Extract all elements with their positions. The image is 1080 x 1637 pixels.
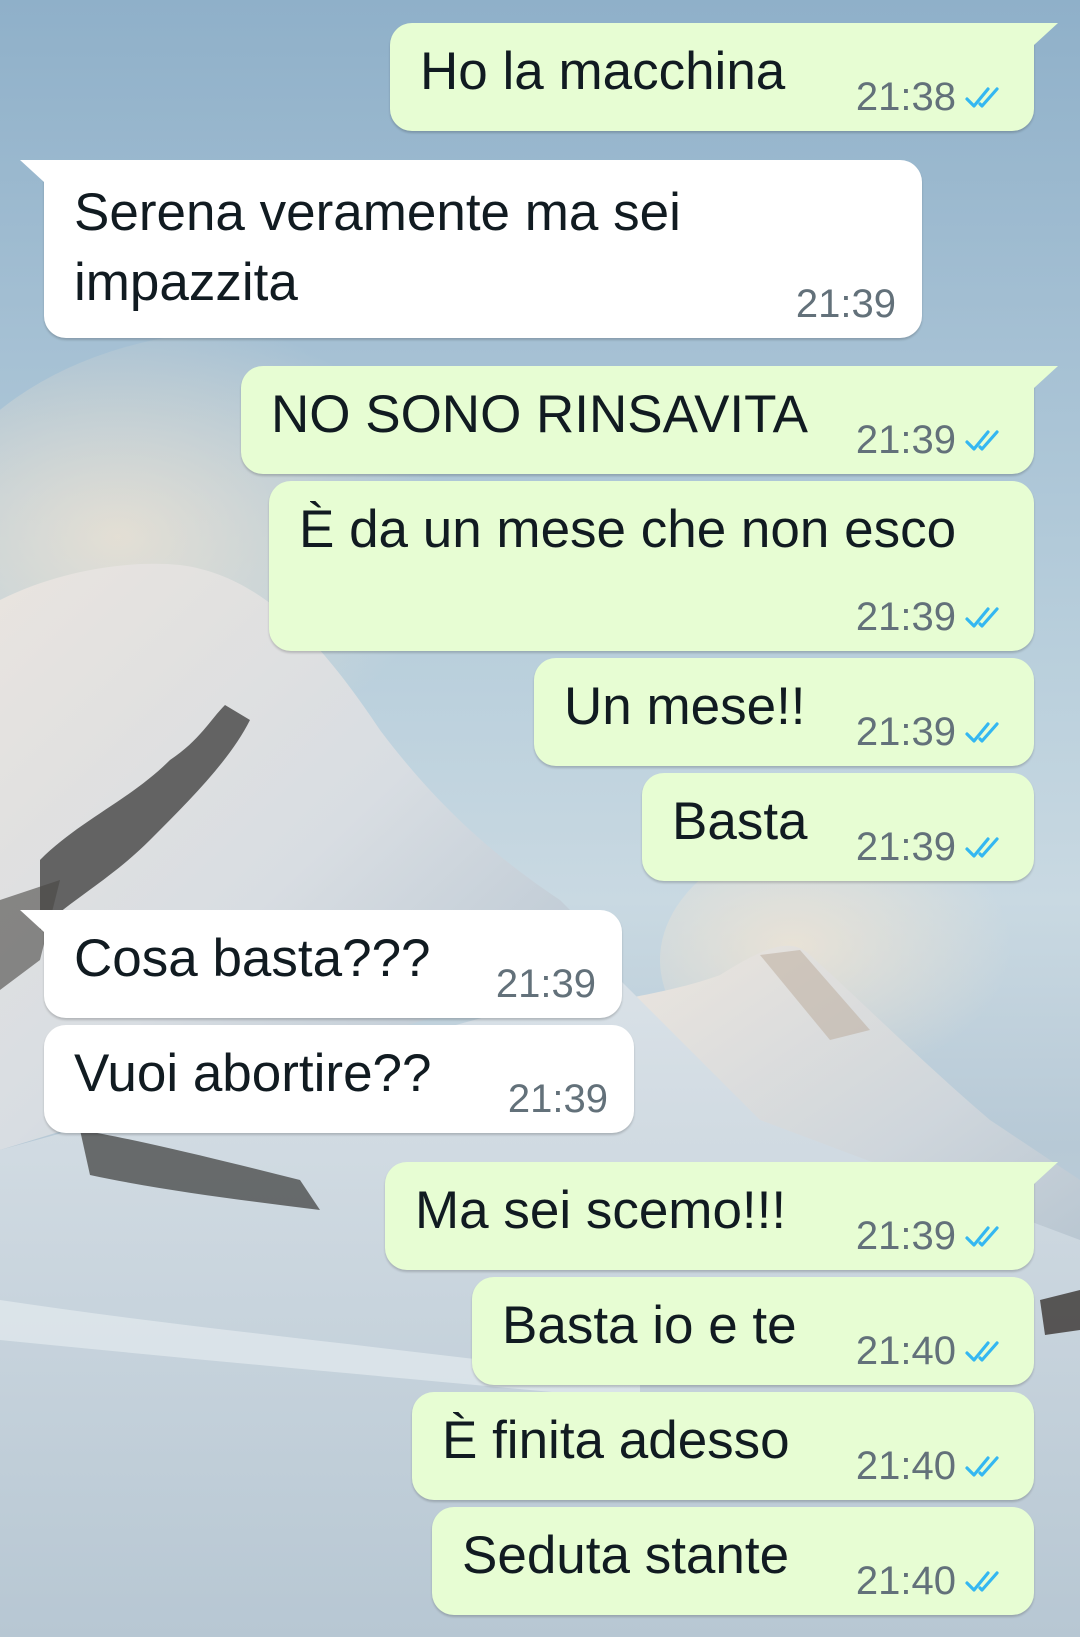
message-text: Basta io e te <box>502 1296 797 1355</box>
message-meta: 21:40 <box>856 1557 1010 1605</box>
message-bubble-outgoing[interactable]: Ho la macchina 21:38 <box>390 23 1058 131</box>
double-check-read-icon <box>965 607 999 628</box>
double-check-read-icon <box>965 87 999 108</box>
message-timestamp: 21:39 <box>855 418 956 462</box>
message-bubble-incoming[interactable]: Cosa basta??? 21:39 <box>20 910 622 1018</box>
message-timestamp: 21:40 <box>855 1444 956 1488</box>
message-text: È da un mese che non esco <box>299 500 957 559</box>
message-text: Vuoi abortire?? <box>74 1044 432 1103</box>
message-timestamp: 21:39 <box>795 282 896 326</box>
message-timestamp: 21:39 <box>855 1214 956 1258</box>
message-bubble-outgoing[interactable]: È finita adesso 21:40 <box>412 1392 1034 1500</box>
message-meta: 21:39 <box>856 823 1010 871</box>
message-text: Basta <box>672 792 808 851</box>
double-check-read-icon <box>965 1456 999 1477</box>
message-text: Ma sei scemo!!! <box>415 1181 787 1240</box>
message-meta: 21:40 <box>856 1442 1010 1490</box>
message-meta: 21:40 <box>856 1327 1010 1375</box>
message-bubble-incoming[interactable]: Serena veramente ma sei impazzita 21:39 <box>20 160 922 338</box>
message-meta: 21:39 <box>856 416 1010 464</box>
message-timestamp: 21:40 <box>855 1559 956 1603</box>
message-meta: 21:39 <box>856 593 1010 641</box>
message-meta: 21:39 <box>796 280 896 328</box>
message-bubble-outgoing[interactable]: Ma sei scemo!!! 21:39 <box>385 1162 1058 1270</box>
message-meta: 21:39 <box>856 708 1010 756</box>
message-text: Ho la macchina <box>420 42 786 101</box>
message-timestamp: 21:39 <box>507 1077 608 1121</box>
message-bubble-outgoing[interactable]: NO SONO RINSAVITA 21:39 <box>241 366 1058 474</box>
message-meta: 21:39 <box>856 1212 1010 1260</box>
message-timestamp: 21:39 <box>855 825 956 869</box>
message-meta: 21:39 <box>508 1075 608 1123</box>
message-text: Cosa basta??? <box>74 929 431 988</box>
double-check-read-icon <box>965 1571 999 1592</box>
message-bubble-outgoing[interactable]: Basta io e te 21:40 <box>472 1277 1034 1385</box>
message-timestamp: 21:39 <box>495 962 596 1006</box>
message-text: NO SONO RINSAVITA <box>271 385 808 444</box>
message-text: Un mese!! <box>564 677 806 736</box>
double-check-read-icon <box>965 1341 999 1362</box>
message-list[interactable]: Ho la macchina 21:38 Serena veramente ma… <box>0 0 1080 1637</box>
message-text-line-2: impazzita <box>74 253 298 312</box>
message-meta: 21:39 <box>496 960 596 1008</box>
message-text: È finita adesso <box>442 1411 790 1470</box>
message-text-line-1: Serena veramente ma sei <box>74 183 681 242</box>
double-check-read-icon <box>965 837 999 858</box>
message-timestamp: 21:39 <box>855 595 956 639</box>
message-bubble-outgoing[interactable]: Un mese!! 21:39 <box>534 658 1034 766</box>
double-check-read-icon <box>965 722 999 743</box>
message-bubble-outgoing[interactable]: È da un mese che non esco 21:39 <box>269 481 1034 651</box>
message-bubble-incoming[interactable]: Vuoi abortire?? 21:39 <box>44 1025 634 1133</box>
message-text: Seduta stante <box>462 1526 790 1585</box>
double-check-read-icon <box>965 430 999 451</box>
message-timestamp: 21:39 <box>855 710 956 754</box>
message-timestamp: 21:40 <box>855 1329 956 1373</box>
message-meta: 21:38 <box>856 73 1010 121</box>
message-bubble-outgoing[interactable]: Seduta stante 21:40 <box>432 1507 1034 1615</box>
message-bubble-outgoing[interactable]: Basta 21:39 <box>642 773 1034 881</box>
double-check-read-icon <box>965 1226 999 1247</box>
message-timestamp: 21:38 <box>855 75 956 119</box>
